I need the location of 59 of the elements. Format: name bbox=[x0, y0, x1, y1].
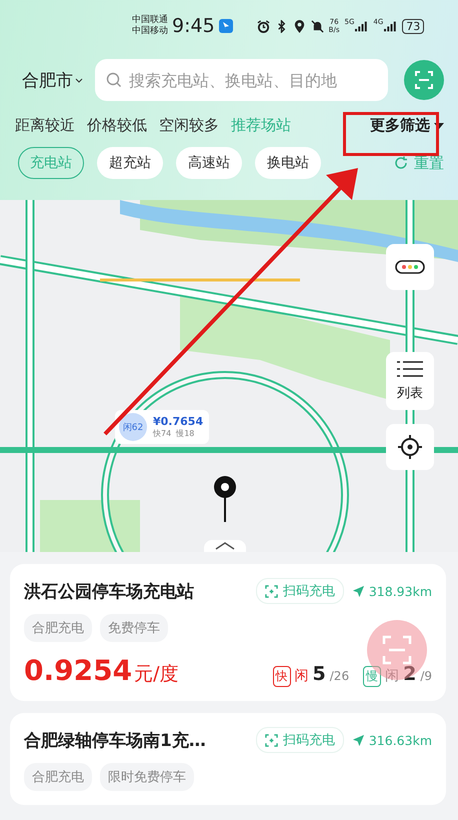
distance: 316.63km bbox=[368, 732, 432, 748]
alarm-icon bbox=[256, 20, 270, 32]
app-icon bbox=[218, 19, 233, 33]
distance: 318.93km bbox=[368, 584, 432, 598]
list-icon bbox=[397, 360, 423, 378]
station-tag: 免费停车 bbox=[100, 614, 168, 642]
dropdown-icon bbox=[434, 122, 444, 128]
scan-icon bbox=[264, 734, 278, 746]
slow-count: 慢18 bbox=[176, 428, 194, 439]
station-tag: 合肥充电 bbox=[24, 614, 92, 642]
crosshair-icon bbox=[397, 434, 423, 460]
signal-icon bbox=[355, 20, 368, 32]
idle-label: 闲 bbox=[294, 667, 309, 685]
scan-icon bbox=[382, 635, 412, 665]
collapse-handle[interactable] bbox=[204, 540, 246, 552]
traffic-button[interactable] bbox=[386, 244, 434, 290]
idle-count: 5 bbox=[312, 663, 326, 685]
city-selector[interactable]: 合肥市 bbox=[22, 68, 83, 92]
muted-bell-icon bbox=[310, 20, 324, 32]
idle-count: 闲62 bbox=[119, 413, 147, 441]
locate-button[interactable] bbox=[386, 424, 434, 470]
battery-level: 73 bbox=[402, 18, 424, 34]
marker-price: ¥0.7654 bbox=[153, 415, 204, 428]
station-type-chip[interactable]: 高速站 bbox=[176, 147, 242, 179]
station-tag: 合肥充电 bbox=[24, 763, 92, 791]
total-count: /9 bbox=[420, 669, 432, 683]
scan-icon bbox=[414, 70, 434, 90]
search-icon bbox=[106, 72, 122, 88]
sort-option[interactable]: 价格较低 bbox=[87, 116, 147, 135]
navigation-icon bbox=[352, 734, 365, 746]
traffic-light-icon bbox=[395, 260, 425, 274]
station-tag: 限时免费停车 bbox=[100, 763, 194, 791]
scan-icon bbox=[264, 584, 278, 598]
price: 0.9254 bbox=[24, 654, 132, 687]
idle-label: 闲 bbox=[385, 667, 400, 685]
station-type-chip[interactable]: 超充站 bbox=[97, 147, 163, 179]
sort-option[interactable]: 空闲较多 bbox=[159, 116, 219, 135]
search-field[interactable]: 搜索充电站、换电站、目的地 bbox=[95, 59, 388, 101]
sort-option[interactable]: 距离较近 bbox=[15, 116, 75, 135]
price-unit: 元/度 bbox=[134, 662, 178, 687]
station-name: 合肥绿轴停车场南1充… bbox=[24, 730, 207, 752]
location-icon bbox=[292, 20, 306, 32]
station-name: 洪石公园停车场充电站 bbox=[24, 580, 195, 602]
clock-time: 9:45 bbox=[172, 15, 215, 37]
total-count: /26 bbox=[330, 669, 350, 683]
chevron-up-icon bbox=[215, 542, 235, 550]
list-button[interactable]: 列表 bbox=[386, 352, 434, 410]
more-filters-button[interactable]: 更多筛选 bbox=[370, 116, 444, 135]
chevron-down-icon bbox=[75, 78, 83, 82]
charger-type-badge: 快 bbox=[272, 666, 291, 687]
navigation-icon bbox=[352, 584, 365, 598]
charger-type-badge: 慢 bbox=[363, 666, 382, 687]
station-type-chip[interactable]: 换电站 bbox=[255, 147, 321, 179]
refresh-icon bbox=[394, 156, 408, 170]
carrier-name: 中国移动 bbox=[132, 26, 168, 37]
station-card[interactable]: 合肥绿轴停车场南1充… 扫码充电 316.63km 合肥充电 限时免费停车 bbox=[10, 713, 446, 805]
fast-count: 快74 bbox=[153, 428, 172, 439]
signal-icon bbox=[384, 20, 398, 32]
carrier-name: 中国联通 bbox=[132, 15, 168, 26]
